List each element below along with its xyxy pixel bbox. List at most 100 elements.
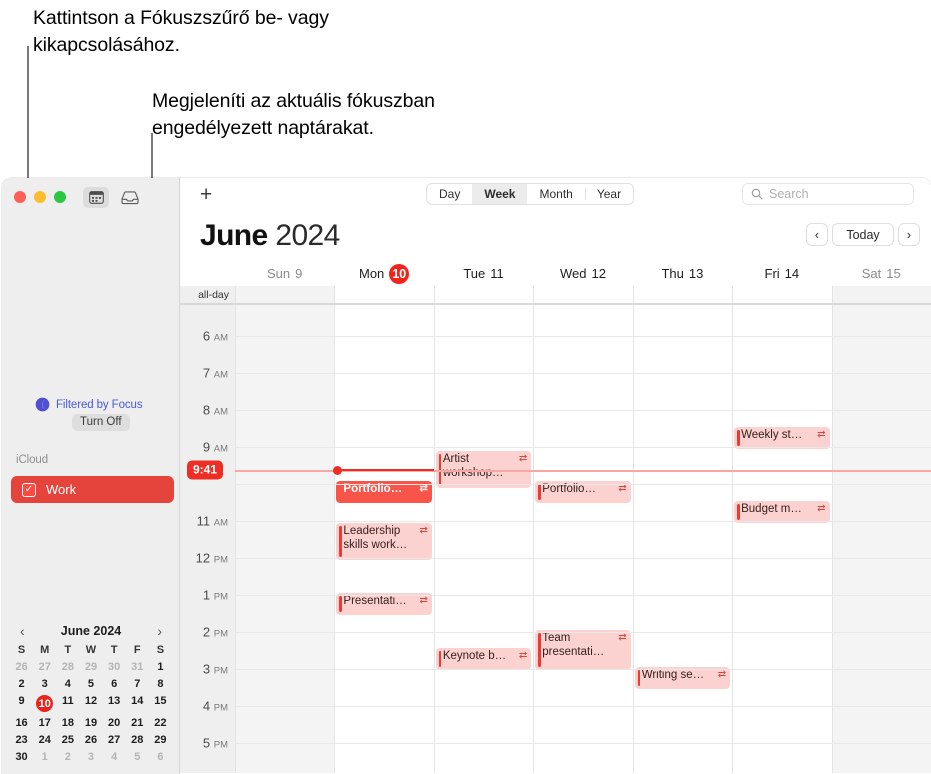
calendar-event[interactable]: Leadership skills work… ⇄ <box>336 523 432 560</box>
mini-calendar-day[interactable]: 18 <box>56 715 79 731</box>
mini-calendar-day-number: 25 <box>61 734 74 746</box>
mini-calendar-day[interactable]: 3 <box>33 676 56 692</box>
close-button[interactable] <box>14 191 26 203</box>
time-label: 3 PM <box>203 662 228 677</box>
mini-calendar-day[interactable]: 24 <box>33 732 56 748</box>
mini-calendar-day[interactable]: 26 <box>10 659 33 675</box>
calendar-event-title: Writing se… <box>641 669 705 681</box>
view-tab-week[interactable]: Week <box>472 184 528 204</box>
time-label-hour: 1 <box>202 587 211 603</box>
all-day-cell[interactable] <box>235 286 335 303</box>
day-column-fri[interactable]: Weekly st… ⇄ Budget m… ⇄ <box>732 305 831 773</box>
mini-calendar-day[interactable]: 14 <box>126 693 149 714</box>
mini-calendar-day-today[interactable]: 10 <box>33 693 56 714</box>
mini-calendar-next-icon[interactable]: › <box>155 624 164 638</box>
mini-calendar-day[interactable]: 25 <box>56 732 79 748</box>
day-column-wed[interactable]: Portfolio… ⇄ Team presentati… ⇄ <box>533 305 632 773</box>
day-column-sun[interactable] <box>235 305 335 773</box>
all-day-cell[interactable] <box>533 286 633 303</box>
calendar-event[interactable]: Weekly st… ⇄ <box>734 427 830 449</box>
mini-calendar-day[interactable]: 5 <box>79 676 102 692</box>
mini-calendar-day[interactable]: 26 <box>79 732 102 748</box>
mini-calendar-day[interactable]: 2 <box>10 676 33 692</box>
day-header-fri[interactable]: Fri 14 <box>732 261 831 286</box>
day-column-thu[interactable]: Writing se… ⇄ <box>632 305 732 773</box>
mini-calendar-day[interactable]: 30 <box>103 659 126 675</box>
mini-calendar-day[interactable]: 31 <box>126 659 149 675</box>
mini-calendar-day[interactable]: 4 <box>103 749 126 765</box>
mini-calendar-day[interactable]: 6 <box>103 676 126 692</box>
calendar-event[interactable]: Team presentati… ⇄ <box>535 630 631 670</box>
inbox-icon[interactable] <box>117 187 143 208</box>
previous-week-button[interactable]: ‹ <box>806 223 828 246</box>
mini-calendar-day[interactable]: 22 <box>149 715 172 731</box>
mini-calendar-day[interactable]: 27 <box>33 659 56 675</box>
add-event-button[interactable]: + <box>200 184 212 205</box>
all-day-cell[interactable] <box>831 286 931 303</box>
minimize-button[interactable] <box>34 191 46 203</box>
calendar-event-title: Team presentati… <box>542 632 605 658</box>
mini-calendar-day[interactable]: 8 <box>149 676 172 692</box>
view-tab-month[interactable]: Month <box>527 184 584 204</box>
search-input[interactable]: Search <box>742 183 914 205</box>
mini-calendar-day[interactable]: 29 <box>79 659 102 675</box>
mini-calendar-day[interactable]: 28 <box>126 732 149 748</box>
filtered-by-focus-row[interactable]: Filtered by Focus <box>35 397 143 412</box>
calendar-event[interactable]: Portfolio… ⇄ <box>535 481 631 503</box>
all-day-cell[interactable] <box>433 286 534 303</box>
mini-calendar-day[interactable]: 2 <box>56 749 79 765</box>
all-day-cell[interactable] <box>632 286 733 303</box>
mini-calendar-day[interactable]: 5 <box>126 749 149 765</box>
day-header-mon[interactable]: Mon 10 <box>334 261 433 286</box>
next-week-button[interactable]: › <box>898 223 920 246</box>
day-header-tue[interactable]: Tue 11 <box>434 261 533 286</box>
mini-calendar-day[interactable]: 1 <box>149 659 172 675</box>
mini-calendar-prev-icon[interactable]: ‹ <box>18 624 27 638</box>
calendar-event[interactable]: Portfolio… ⇄ <box>336 481 432 503</box>
turn-off-focus-button[interactable]: Turn Off <box>72 414 130 431</box>
calendar-event[interactable]: Presentati… ⇄ <box>336 593 432 615</box>
mini-calendar-day-number: 21 <box>131 717 144 729</box>
mini-calendar-day[interactable]: 21 <box>126 715 149 731</box>
all-day-cell[interactable] <box>334 286 434 303</box>
mini-calendar-day[interactable]: 30 <box>10 749 33 765</box>
mini-calendar-day[interactable]: 29 <box>149 732 172 748</box>
mini-calendar-day[interactable]: 7 <box>126 676 149 692</box>
mini-calendar-day[interactable]: 11 <box>56 693 79 714</box>
view-tab-year[interactable]: Year <box>584 184 633 204</box>
day-header-wed[interactable]: Wed 12 <box>533 261 632 286</box>
day-header-sat[interactable]: Sat 15 <box>832 261 931 286</box>
day-column-tue[interactable]: Artist workshop… ⇄ Keynote b… ⇄ <box>433 305 533 773</box>
mini-calendar-day[interactable]: 6 <box>149 749 172 765</box>
calendar-list-item-work[interactable]: ✓ Work <box>11 476 174 503</box>
mini-calendar-day[interactable]: 16 <box>10 715 33 731</box>
work-calendar-checkbox[interactable]: ✓ <box>22 482 36 497</box>
mini-calendar-day[interactable]: 1 <box>33 749 56 765</box>
mini-calendar-day[interactable]: 19 <box>79 715 102 731</box>
calendar-event[interactable]: Writing se… ⇄ <box>634 667 731 689</box>
calendar-event[interactable]: Keynote b… ⇄ <box>435 648 532 670</box>
mini-calendar-day-number: 4 <box>64 678 71 690</box>
calendar-view-icon[interactable] <box>83 187 109 208</box>
mini-calendar-day[interactable]: 28 <box>56 659 79 675</box>
zoom-button[interactable] <box>54 191 66 203</box>
mini-calendar-day[interactable]: 15 <box>149 693 172 714</box>
day-header-sun[interactable]: Sun 9 <box>235 261 334 286</box>
mini-calendar-day[interactable]: 3 <box>79 749 102 765</box>
calendar-event[interactable]: Budget m… ⇄ <box>734 501 830 523</box>
all-day-cell[interactable] <box>732 286 832 303</box>
day-header-thu[interactable]: Thu 13 <box>633 261 732 286</box>
day-column-sat[interactable] <box>831 305 931 773</box>
day-column-mon[interactable]: Portfolio… ⇄ Leadership skills work… ⇄ Prese… <box>334 305 433 773</box>
today-button[interactable]: Today <box>832 223 894 246</box>
mini-calendar-day[interactable]: 12 <box>79 693 102 714</box>
mini-calendar-day[interactable]: 27 <box>103 732 126 748</box>
mini-calendar-day[interactable]: 13 <box>103 693 126 714</box>
mini-calendar-day[interactable]: 17 <box>33 715 56 731</box>
mini-calendar-day[interactable]: 9 <box>10 693 33 714</box>
screenshot-root: Kattintson a Fókuszszűrő be- vagy kikapc… <box>0 0 931 774</box>
mini-calendar-day[interactable]: 23 <box>10 732 33 748</box>
mini-calendar-day[interactable]: 4 <box>56 676 79 692</box>
view-tab-day[interactable]: Day <box>427 184 472 204</box>
mini-calendar-day[interactable]: 20 <box>103 715 126 731</box>
